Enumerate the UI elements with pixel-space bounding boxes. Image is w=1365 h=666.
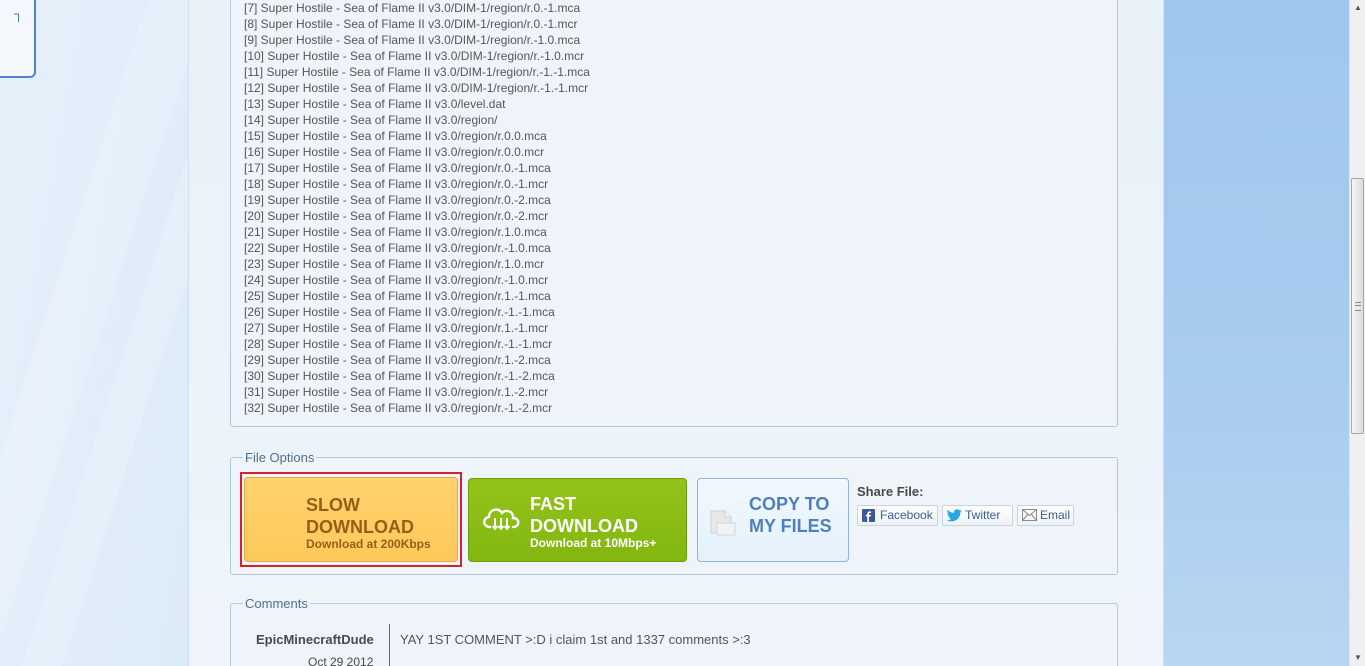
file-list-item: [31] Super Hostile - Sea of Flame II v3.… xyxy=(244,385,549,399)
share-email-label: Email xyxy=(1040,508,1071,522)
scroll-up-arrow-icon[interactable]: ▲ xyxy=(1350,0,1365,16)
fast-download-title: FAST DOWNLOAD xyxy=(530,494,638,536)
envelope-icon xyxy=(1022,509,1037,521)
comments-legend: Comments xyxy=(245,596,308,611)
file-list-item: [19] Super Hostile - Sea of Flame II v3.… xyxy=(244,193,551,207)
slow-download-button[interactable]: SLOW DOWNLOAD Download at 200Kbps xyxy=(244,477,458,562)
fast-download-button[interactable]: FAST DOWNLOAD Download at 10Mbps+ xyxy=(468,478,687,562)
file-list-item: [10] Super Hostile - Sea of Flame II v3.… xyxy=(244,49,585,63)
copy-to-my-files-label: COPY TO MY FILES xyxy=(749,494,832,536)
file-list-item: [27] Super Hostile - Sea of Flame II v3.… xyxy=(244,321,549,335)
document-icon xyxy=(710,510,736,536)
file-list-item: [9] Super Hostile - Sea of Flame II v3.0… xyxy=(244,33,581,47)
file-list-panel: [7] Super Hostile - Sea of Flame II v3.0… xyxy=(230,0,1118,427)
comment-date: Oct 29 2012 xyxy=(308,655,374,666)
cloud-download-icon xyxy=(483,508,520,531)
file-list: [7] Super Hostile - Sea of Flame II v3.0… xyxy=(244,0,590,416)
comment-divider xyxy=(389,624,390,666)
file-list-item: [7] Super Hostile - Sea of Flame II v3.0… xyxy=(244,1,581,15)
side-tab[interactable]: ┐ xyxy=(0,0,36,78)
page-scrollbar[interactable]: ▲ ▼ xyxy=(1349,0,1365,666)
scroll-down-arrow-icon[interactable]: ▼ xyxy=(1350,650,1365,666)
file-list-item: [28] Super Hostile - Sea of Flame II v3.… xyxy=(244,337,553,351)
share-email-button[interactable]: Email xyxy=(1017,505,1074,526)
copy-to-my-files-button[interactable]: COPY TO MY FILES xyxy=(697,478,849,562)
file-list-item: [20] Super Hostile - Sea of Flame II v3.… xyxy=(244,209,549,223)
file-list-item: [13] Super Hostile - Sea of Flame II v3.… xyxy=(244,97,506,111)
share-twitter-label: Twitter xyxy=(965,508,1001,522)
fast-download-speed: Download at 10Mbps+ xyxy=(530,536,657,550)
side-tab-icon: ┐ xyxy=(14,6,24,21)
file-list-item: [12] Super Hostile - Sea of Flame II v3.… xyxy=(244,81,589,95)
share-file-label: Share File: xyxy=(857,484,924,499)
file-list-item: [22] Super Hostile - Sea of Flame II v3.… xyxy=(244,241,551,255)
file-options-legend: File Options xyxy=(245,450,315,465)
file-list-item: [24] Super Hostile - Sea of Flame II v3.… xyxy=(244,273,549,287)
file-list-item: [23] Super Hostile - Sea of Flame II v3.… xyxy=(244,257,545,271)
file-list-item: [29] Super Hostile - Sea of Flame II v3.… xyxy=(244,353,551,367)
right-background-panel xyxy=(1162,0,1349,666)
slow-download-speed: Download at 200Kbps xyxy=(306,537,431,551)
file-list-item: [8] Super Hostile - Sea of Flame II v3.0… xyxy=(244,17,578,31)
file-list-item: [16] Super Hostile - Sea of Flame II v3.… xyxy=(244,145,545,159)
file-list-item: [32] Super Hostile - Sea of Flame II v3.… xyxy=(244,401,553,415)
scroll-thumb[interactable] xyxy=(1351,178,1364,434)
share-twitter-button[interactable]: Twitter xyxy=(942,505,1013,526)
file-list-item: [15] Super Hostile - Sea of Flame II v3.… xyxy=(244,129,547,143)
twitter-icon xyxy=(947,509,962,522)
file-list-item: [14] Super Hostile - Sea of Flame II v3.… xyxy=(244,113,498,127)
comment-author[interactable]: EpicMinecraftDude xyxy=(256,632,374,647)
file-list-item: [21] Super Hostile - Sea of Flame II v3.… xyxy=(244,225,547,239)
file-list-item: [18] Super Hostile - Sea of Flame II v3.… xyxy=(244,177,549,191)
share-facebook-label: Facebook xyxy=(880,508,933,522)
comment-text: YAY 1ST COMMENT >:D i claim 1st and 1337… xyxy=(400,632,751,647)
file-list-item: [11] Super Hostile - Sea of Flame II v3.… xyxy=(244,65,590,79)
file-list-item: [17] Super Hostile - Sea of Flame II v3.… xyxy=(244,161,551,175)
slow-download-title: SLOW DOWNLOAD xyxy=(306,495,414,537)
file-list-item: [25] Super Hostile - Sea of Flame II v3.… xyxy=(244,289,551,303)
share-facebook-button[interactable]: Facebook xyxy=(857,505,938,526)
facebook-icon xyxy=(862,509,875,522)
file-list-item: [26] Super Hostile - Sea of Flame II v3.… xyxy=(244,305,555,319)
file-list-item: [30] Super Hostile - Sea of Flame II v3.… xyxy=(244,369,555,383)
